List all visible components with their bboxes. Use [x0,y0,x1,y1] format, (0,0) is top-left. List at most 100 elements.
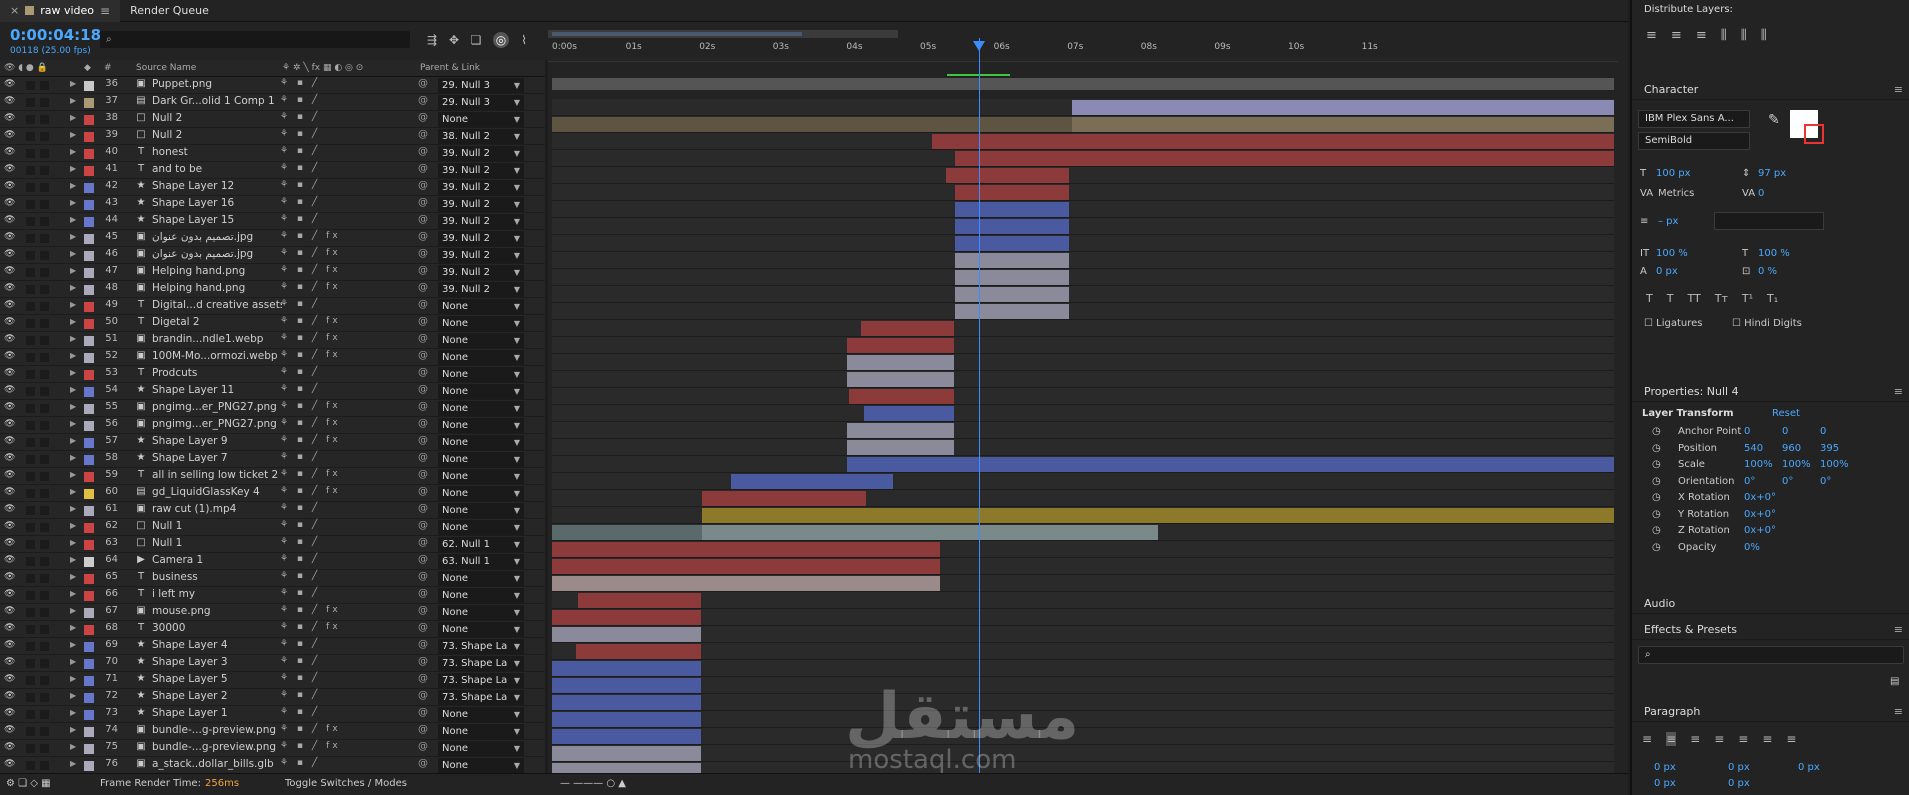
layer-name[interactable]: brandin...ndle1.webp [152,333,282,345]
pickwhip-icon[interactable]: @ [418,503,428,514]
layer-duration-bar[interactable] [552,627,701,642]
layer-switches[interactable]: ⚘ ▪ ╱ [280,214,320,224]
expand-triangle-icon[interactable]: ▶ [70,385,76,394]
visibility-eye-icon[interactable]: 👁 [4,538,15,548]
expand-triangle-icon[interactable]: ▶ [70,113,76,122]
motion-blur-icon[interactable]: ◎ [493,32,509,48]
solo-toggle[interactable] [26,319,35,328]
lock-toggle[interactable] [40,115,49,124]
property-value[interactable]: 100% [1820,459,1849,470]
layer-duration-bar[interactable] [955,236,1069,251]
lock-toggle[interactable] [40,710,49,719]
label-color-swatch[interactable] [84,115,94,125]
layer-row[interactable]: 👁 ▶ 51 ▣ brandin...ndle1.webp ⚘ ▪ ╱ fx @… [0,332,545,349]
graph-editor-icon[interactable]: ⌇ [516,32,532,48]
parent-select[interactable]: 73. Shape La ▼ [438,673,524,688]
layer-name[interactable]: gd_LiquidGlassKey 4 [152,486,282,498]
layer-row[interactable]: 👁 ▶ 66 T i left my ⚘ ▪ ╱ @ None ▼ [0,587,545,604]
layer-row[interactable]: 👁 ▶ 40 T honest ⚘ ▪ ╱ @ 39. Null 2 ▼ [0,145,545,162]
parent-select[interactable]: 39. Null 2 ▼ [438,265,524,280]
solo-toggle[interactable] [26,659,35,668]
parent-select[interactable]: None ▼ [438,333,524,348]
lock-toggle[interactable] [40,251,49,260]
visibility-eye-icon[interactable]: 👁 [4,96,15,106]
label-color-swatch[interactable] [84,251,94,261]
pickwhip-icon[interactable]: @ [418,180,428,191]
parent-select[interactable]: 39. Null 2 ▼ [438,197,524,212]
parent-select[interactable]: 38. Null 2 ▼ [438,129,524,144]
visibility-eye-icon[interactable]: 👁 [4,419,15,429]
stroke-color-swatch[interactable] [1804,124,1824,144]
visibility-eye-icon[interactable]: 👁 [4,759,15,769]
parent-select[interactable]: None ▼ [438,299,524,314]
label-color-swatch[interactable] [84,149,94,159]
solo-toggle[interactable] [26,200,35,209]
lock-toggle[interactable] [40,455,49,464]
lock-toggle[interactable] [40,659,49,668]
layer-switches[interactable]: ⚘ ▪ ╱ [280,690,320,700]
property-value[interactable]: 100% [1744,459,1773,470]
track-row[interactable] [552,694,1614,711]
layer-name[interactable]: raw cut (1).mp4 [152,503,282,515]
solo-toggle[interactable] [26,251,35,260]
visibility-eye-icon[interactable]: 👁 [4,402,15,412]
layer-search-input[interactable]: ⌕ [100,31,410,48]
ligatures-checkbox[interactable]: ☐ Ligatures [1644,318,1703,329]
track-row[interactable] [552,371,1614,388]
reset-transform-link[interactable]: Reset [1772,408,1800,419]
pickwhip-icon[interactable]: @ [418,656,428,667]
expand-triangle-icon[interactable]: ▶ [70,96,76,105]
lock-toggle[interactable] [40,523,49,532]
track-row[interactable] [552,184,1614,201]
visibility-eye-icon[interactable]: 👁 [4,317,15,327]
lock-toggle[interactable] [40,625,49,634]
layer-switches[interactable]: ⚘ ▪ ╱ fx [280,741,341,751]
pickwhip-icon[interactable]: @ [418,78,428,89]
expand-triangle-icon[interactable]: ▶ [70,300,76,309]
track-row[interactable] [552,456,1614,473]
parent-select[interactable]: None ▼ [438,384,524,399]
label-color-swatch[interactable] [84,438,94,448]
layer-duration-bar[interactable] [702,508,1614,523]
lock-toggle[interactable] [40,489,49,498]
pickwhip-icon[interactable]: @ [418,248,428,259]
pickwhip-icon[interactable]: @ [418,758,428,769]
pickwhip-icon[interactable]: @ [418,588,428,599]
visibility-eye-icon[interactable]: 👁 [4,232,15,242]
expand-triangle-icon[interactable]: ▶ [70,572,76,581]
stroke-width-value[interactable]: – px [1658,216,1678,227]
parent-select[interactable]: None ▼ [438,452,524,467]
horizontal-scale-value[interactable]: 100 % [1758,248,1790,259]
layer-switches[interactable]: ⚘ ▪ ╱ [280,197,320,207]
property-value[interactable]: 0% [1744,542,1760,553]
layer-duration-bar[interactable] [955,202,1069,217]
layer-duration-bar[interactable] [552,678,701,693]
layer-name[interactable]: Shape Layer 3 [152,656,282,668]
visibility-eye-icon[interactable]: 👁 [4,385,15,395]
layer-name[interactable]: Shape Layer 16 [152,197,282,209]
expand-triangle-icon[interactable]: ▶ [70,198,76,207]
parent-select[interactable]: None ▼ [438,469,524,484]
lock-toggle[interactable] [40,421,49,430]
pickwhip-icon[interactable]: @ [418,197,428,208]
property-value[interactable]: 0 [1820,426,1826,437]
visibility-eye-icon[interactable]: 👁 [4,487,15,497]
track-row[interactable] [552,150,1614,167]
layer-switches[interactable]: ⚘ ▪ ╱ [280,78,320,88]
layer-row[interactable]: 👁 ▶ 37 ▤ Dark Gr...olid 1 Comp 1 ⚘ ▪ ╱ @… [0,94,545,111]
layer-switches[interactable]: ⚘ ▪ ╱ [280,384,320,394]
layer-switches[interactable]: ⚘ ▪ ╱ [280,503,320,513]
panel-menu-icon[interactable]: ≡ [1894,80,1903,100]
layer-switches[interactable]: ⚘ ▪ ╱ [280,520,320,530]
space-after-value[interactable]: 0 px [1728,778,1750,789]
layer-row[interactable]: 👁 ▶ 52 ▣ 100M-Mo...ormozi.webp ⚘ ▪ ╱ fx … [0,349,545,366]
layer-switches[interactable]: ⚘ ▪ ╱ [280,146,320,156]
expand-triangle-icon[interactable]: ▶ [70,232,76,241]
layer-row[interactable]: 👁 ▶ 55 ▣ pngimg...er_PNG27.png ⚘ ▪ ╱ fx … [0,400,545,417]
pickwhip-icon[interactable]: @ [418,520,428,531]
lock-toggle[interactable] [40,132,49,141]
expand-triangle-icon[interactable]: ▶ [70,606,76,615]
layer-row[interactable]: 👁 ▶ 47 ▣ Helping hand.png ⚘ ▪ ╱ fx @ 39.… [0,264,545,281]
visibility-eye-icon[interactable]: 👁 [4,215,15,225]
layer-row[interactable]: 👁 ▶ 50 T Digetal 2 ⚘ ▪ ╱ fx @ None ▼ [0,315,545,332]
